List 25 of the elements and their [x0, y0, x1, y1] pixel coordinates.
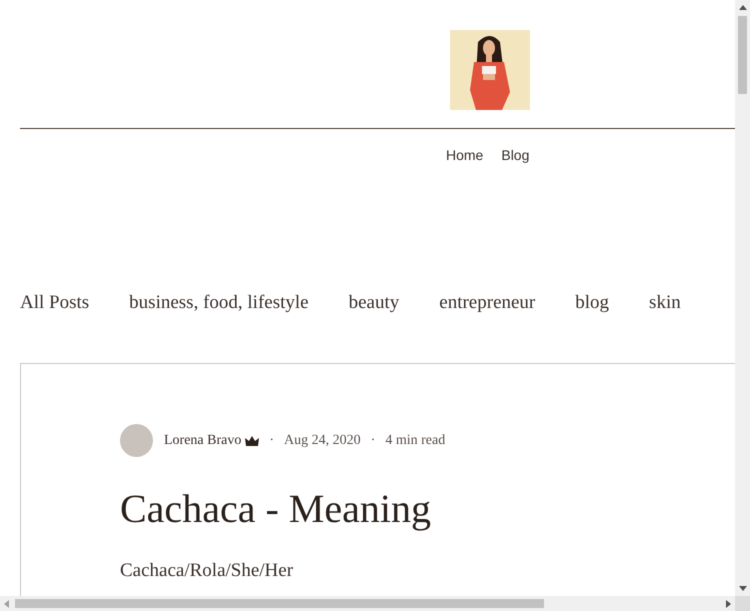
post-date: Aug 24, 2020: [284, 432, 361, 450]
horizontal-scrollbar[interactable]: [0, 596, 735, 611]
author-name[interactable]: Lorena Bravo: [164, 430, 242, 451]
scrollbar-corner: [735, 596, 750, 611]
category-link[interactable]: skin: [649, 291, 681, 315]
scrollbar-thumb[interactable]: [15, 599, 544, 608]
read-time: 4 min read: [385, 432, 446, 450]
down-arrow-icon[interactable]: [738, 586, 746, 591]
separator-dot: ·: [269, 432, 274, 450]
author-avatar[interactable]: [120, 424, 153, 457]
up-arrow-icon[interactable]: [738, 5, 746, 10]
nav-link[interactable]: Home: [446, 146, 484, 164]
category-link[interactable]: blog: [575, 291, 610, 315]
category-link[interactable]: All Posts: [20, 291, 90, 315]
nav-link[interactable]: Blog: [501, 146, 530, 164]
separator-dot: ·: [370, 432, 376, 450]
left-arrow-icon[interactable]: [4, 600, 9, 608]
vertical-scrollbar[interactable]: [735, 0, 750, 596]
category-link[interactable]: beauty: [348, 291, 400, 315]
right-arrow-icon[interactable]: [726, 600, 731, 608]
category-link[interactable]: business, food, lifestyle: [129, 291, 309, 315]
post-title[interactable]: Cachaca - Meaning: [120, 485, 735, 533]
post-excerpt: Cachaca/Rola/She/Her: [120, 559, 294, 583]
scrollbar-thumb[interactable]: [738, 16, 747, 94]
category-link[interactable]: entrepreneur: [439, 291, 536, 315]
